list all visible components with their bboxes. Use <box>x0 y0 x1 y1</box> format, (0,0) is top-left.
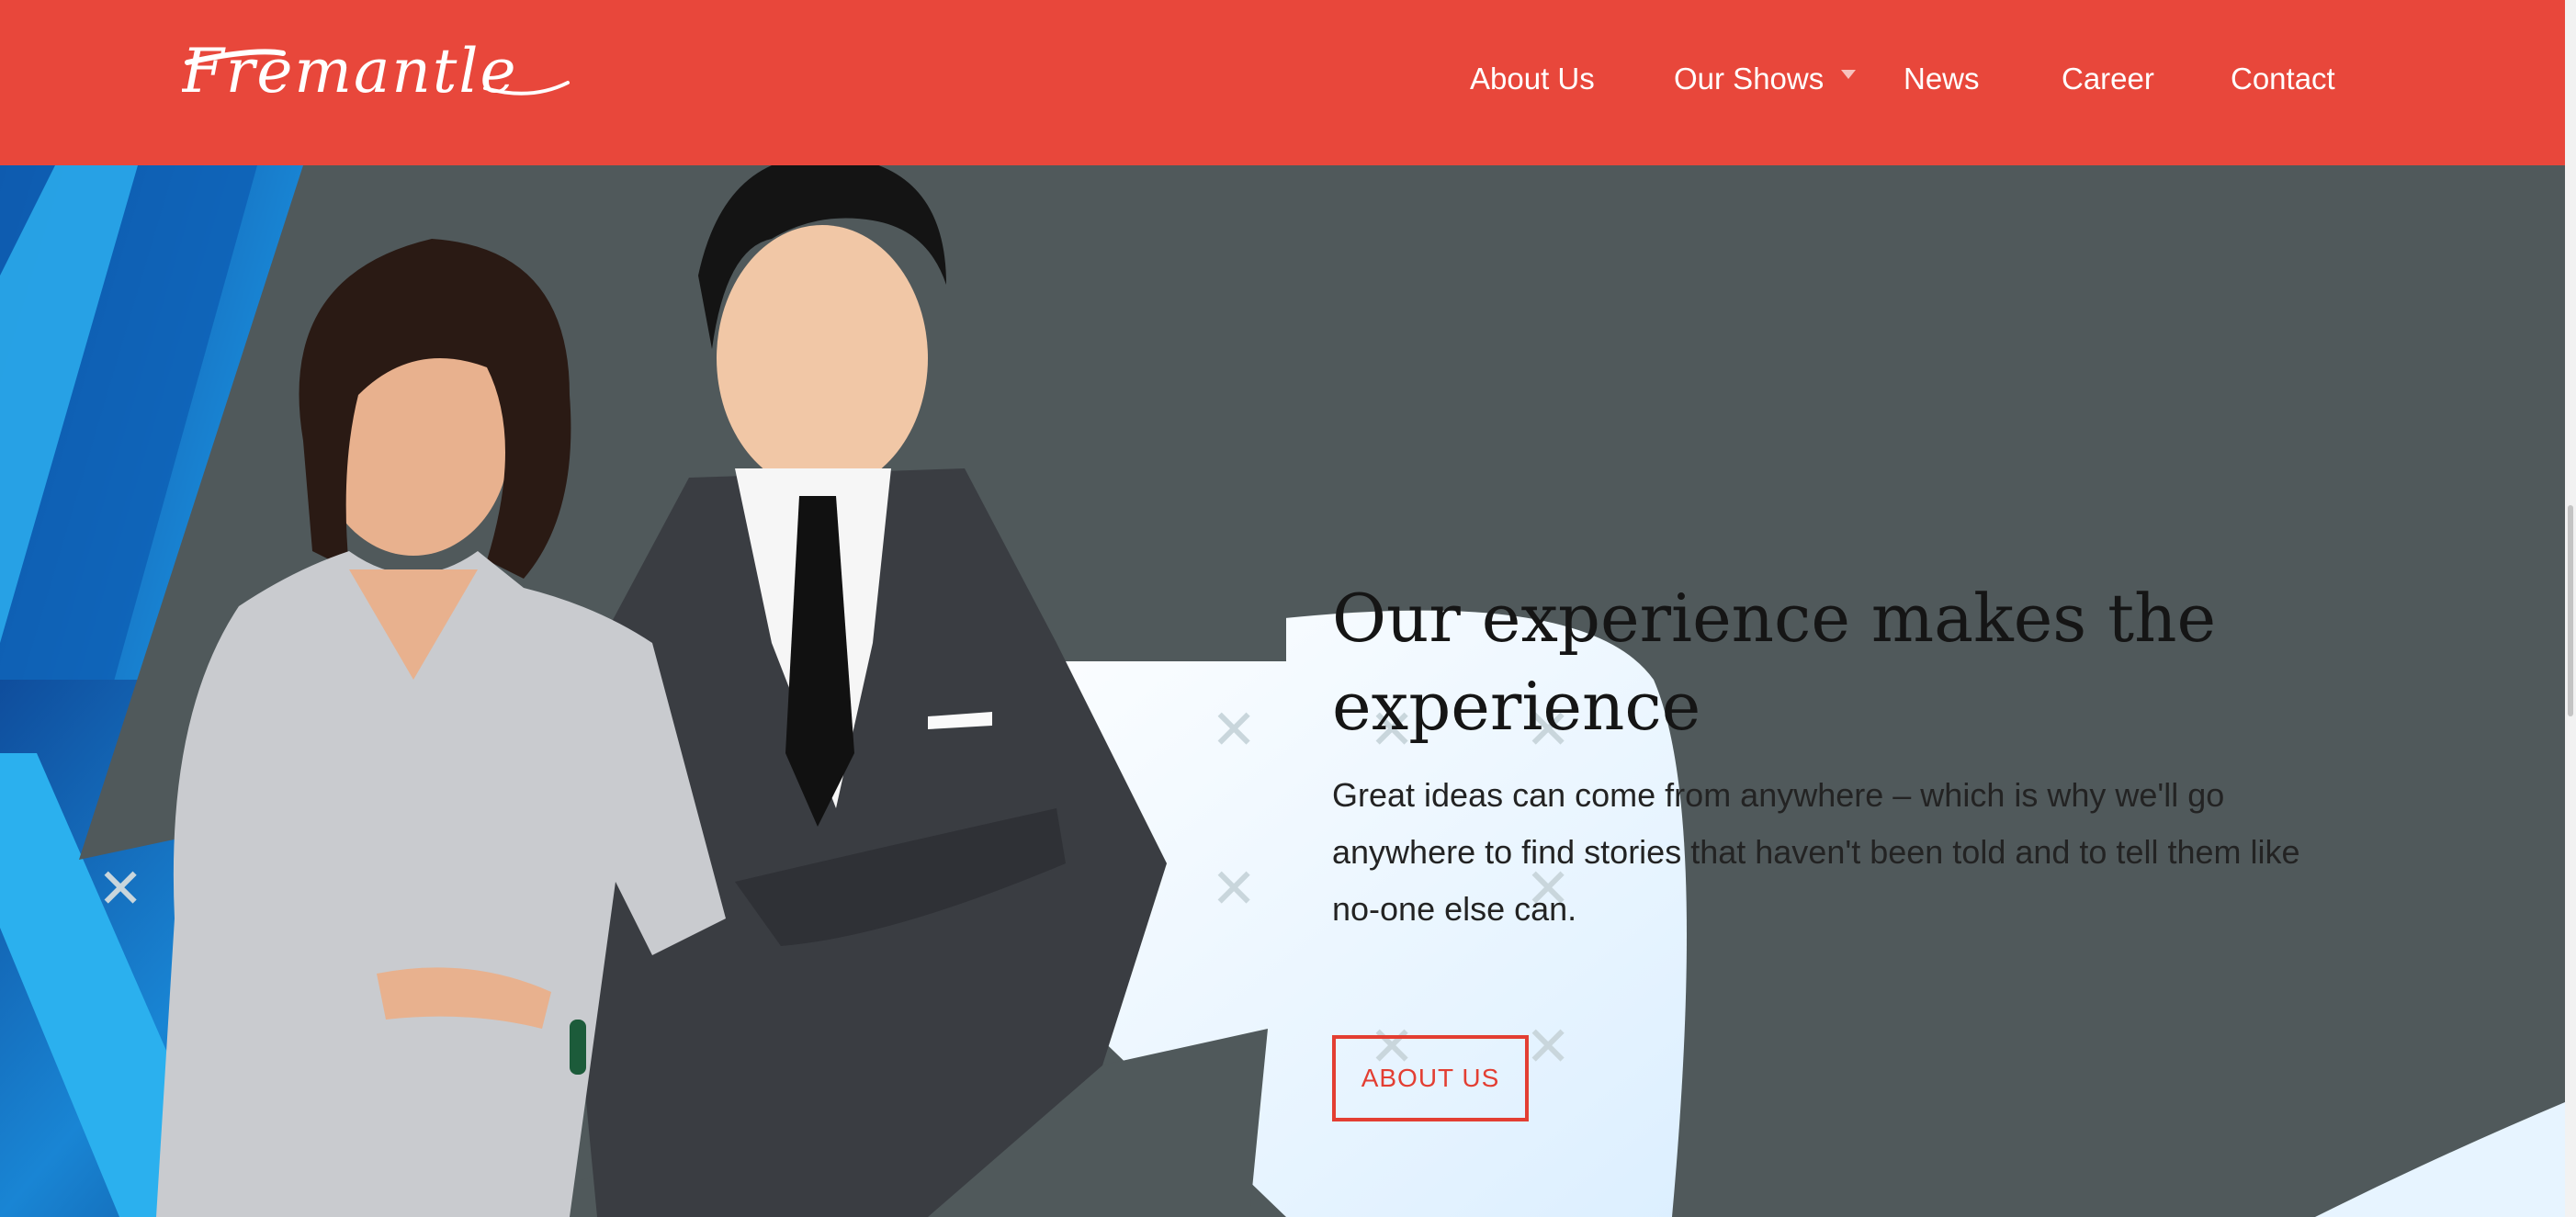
about-us-button[interactable]: ABOUT US <box>1332 1035 1529 1121</box>
nav-about-us[interactable]: About Us <box>1470 55 1595 103</box>
close-icon: ✕ <box>1211 857 1258 921</box>
hero-hosts-photo <box>156 165 1167 1217</box>
hero-headline: Our experience makes the experience <box>1332 580 2217 745</box>
nav-contact[interactable]: Contact <box>2231 55 2335 103</box>
close-icon: ✕ <box>97 857 144 921</box>
logo-wordmark-icon: Fremantle <box>182 36 570 107</box>
site-header: Fremantle About Us Our Shows News Career… <box>0 0 2565 165</box>
nav-career[interactable]: Career <box>2062 55 2154 103</box>
nav-news[interactable]: News <box>1904 55 1980 103</box>
hero-description: Great ideas can come from anywhere – whi… <box>1332 776 2300 928</box>
scrollbar-thumb[interactable] <box>2568 505 2573 716</box>
chevron-down-icon[interactable] <box>1841 70 1856 79</box>
page-scrollbar[interactable] <box>2565 0 2576 1217</box>
hero-section: ✕ ✕ ✕ ✕ ✕ ✕ ✕ ✕ Our experience makes the… <box>0 165 2565 1217</box>
close-icon: ✕ <box>1525 1015 1572 1079</box>
svg-text:Fremantle: Fremantle <box>182 36 518 107</box>
close-icon: ✕ <box>1211 698 1258 762</box>
brand-logo[interactable]: Fremantle <box>182 35 577 118</box>
nav-our-shows[interactable]: Our Shows <box>1674 55 1824 103</box>
